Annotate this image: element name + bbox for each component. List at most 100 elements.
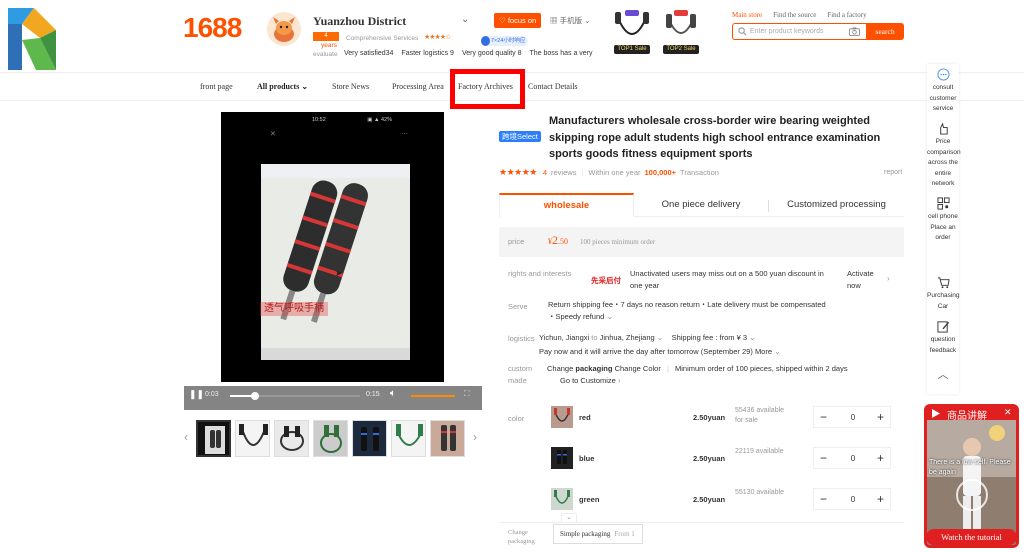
logistics-label: logistics	[508, 334, 535, 343]
increase-button[interactable]: +	[877, 492, 884, 506]
top-sale-badge[interactable]: TOP1 Sale	[610, 10, 654, 56]
camera-icon[interactable]	[849, 27, 860, 36]
video-progress-knob[interactable]	[250, 392, 259, 400]
jump-rope-icon	[666, 10, 696, 34]
decrease-button[interactable]: −	[820, 410, 827, 424]
quantity-stepper: − 0 +	[813, 447, 891, 469]
price-value: ¥2.50	[548, 233, 568, 248]
mute-icon[interactable]: 🔈︎	[390, 388, 396, 399]
logistics-more[interactable]: More ⌄	[755, 347, 781, 356]
shop-tag: The boss has a very	[529, 50, 593, 57]
shop-tag: Very satisfied34	[344, 50, 394, 57]
thumbnail[interactable]	[352, 420, 387, 457]
shop-name[interactable]: Yuanzhou District	[313, 14, 406, 29]
sidebar-item-price-comparison[interactable]: Price comparison across the entire netwo…	[927, 122, 961, 190]
rights-label: rights and interests	[508, 269, 572, 278]
custom-options: Change packaging Change Color | Minimum …	[547, 363, 848, 375]
packaging-option[interactable]: Simple packaging From 1	[553, 524, 643, 544]
cross-border-select-badge: 跨境Select	[499, 131, 541, 142]
years-label: years	[321, 42, 337, 49]
nav-processing-area[interactable]: Processing Area	[392, 82, 458, 91]
thumbnail[interactable]	[430, 420, 465, 457]
thumbnail[interactable]	[196, 420, 231, 457]
go-to-customize-link[interactable]: Go to Customize ›	[560, 375, 621, 387]
clock-icon	[481, 36, 490, 46]
variant-row: green 2.50yuan 55130 available − 0 +	[551, 488, 891, 516]
follow-button[interactable]: ♡ focus on	[494, 13, 542, 28]
sidebar-item-mobile-order[interactable]: cell phone Place an order	[927, 197, 959, 244]
nav-store-news[interactable]: Store News	[332, 82, 392, 91]
activate-link[interactable]: Activate now	[847, 268, 883, 292]
qr-icon: ▦	[550, 16, 558, 25]
color-label: color	[508, 414, 525, 423]
reviews-count[interactable]: 4	[543, 168, 547, 177]
hand-icon	[939, 122, 948, 135]
reviews-label[interactable]: reviews	[551, 168, 576, 177]
tab-wholesale[interactable]: wholesale	[499, 193, 634, 217]
sidebar-item-label: cell phone Place an order	[928, 213, 958, 241]
tab-one-piece-delivery[interactable]: One piece delivery	[634, 193, 768, 217]
sidebar-item-label: question feedback	[929, 336, 957, 354]
rights-text: Unactivated users may miss out on a 500 …	[630, 269, 824, 290]
chevron-right-icon[interactable]: ›	[473, 430, 477, 444]
speedy-refund[interactable]: ・Speedy refund ⌄	[548, 311, 613, 323]
quantity-input[interactable]: 0	[844, 413, 862, 422]
thumbnail[interactable]	[274, 420, 309, 457]
divider: |	[666, 364, 669, 373]
chevron-down-icon[interactable]: ⌄	[461, 14, 469, 25]
chevron-down-icon[interactable]: ⌄	[749, 333, 756, 342]
back-to-top-button[interactable]: ︿	[927, 370, 959, 381]
sidebar-item-cart[interactable]: Purchasing Car	[927, 276, 960, 312]
search-scope-source[interactable]: Find the source	[773, 11, 816, 19]
variant-stock: 55436 available for sale	[735, 407, 785, 424]
increase-button[interactable]: +	[877, 451, 884, 465]
search-scope-main-store[interactable]: Main store	[732, 11, 762, 19]
increase-button[interactable]: +	[877, 410, 884, 424]
chevron-left-icon[interactable]: ‹	[184, 430, 188, 444]
volume-slider[interactable]	[411, 395, 455, 397]
variant-thumbnail[interactable]	[551, 406, 573, 428]
chevron-right-icon: ›	[617, 376, 621, 385]
site-logo[interactable]: 1688	[183, 12, 242, 44]
thumbnail[interactable]	[235, 420, 270, 457]
status-time: 10:52	[312, 117, 326, 123]
report-link[interactable]: report	[884, 169, 902, 176]
chevron-right-icon[interactable]: ›	[887, 274, 890, 283]
sidebar-item-feedback[interactable]: question feedback	[927, 320, 959, 356]
shop-avatar[interactable]	[267, 12, 301, 46]
packaging-option-label: Simple packaging	[560, 530, 611, 538]
variant-thumbnail[interactable]	[551, 488, 573, 510]
logistics-destination[interactable]: Jinhua, Zhejiang ⌄	[600, 333, 664, 342]
quantity-stepper: − 0 +	[813, 488, 891, 510]
pause-icon[interactable]: ❚❚	[189, 389, 204, 400]
close-icon[interactable]: ✕	[1004, 407, 1012, 418]
thumbnail[interactable]	[313, 420, 348, 457]
thumbnail[interactable]	[391, 420, 426, 457]
tab-customized-processing[interactable]: Customized processing	[769, 193, 904, 217]
search-scope-links: Main store Find the source Find a factor…	[732, 11, 867, 19]
minimum-order: 100 pieces minimum order	[580, 238, 656, 246]
mobile-version-link[interactable]: ▦ 手机版 ⌄	[550, 15, 590, 26]
decrease-button[interactable]: −	[820, 492, 827, 506]
change-color-link[interactable]: Change Color	[615, 364, 661, 373]
price-decimal: .50	[558, 237, 568, 246]
nav-all-products[interactable]: All products ⌄	[257, 82, 332, 91]
comprehensive-services-label: Comprehensive Services	[346, 35, 419, 42]
sidebar-item-customer-service[interactable]: consult customer service	[927, 68, 959, 115]
change-packaging-link[interactable]: Change packaging	[547, 364, 612, 373]
quantity-input[interactable]: 0	[844, 454, 862, 463]
search-button[interactable]: search	[866, 23, 904, 40]
transaction-count: 100,000+	[644, 168, 677, 177]
collapse-button[interactable]: ⌄	[561, 513, 577, 523]
variant-thumbnail[interactable]	[551, 447, 573, 469]
variant-stock: 55130 available	[735, 489, 785, 496]
search-scope-factory[interactable]: Find a factory	[827, 11, 866, 19]
nav-contact-details[interactable]: Contact Details	[528, 82, 578, 91]
top-sale-badge[interactable]: TOP2 Sale	[659, 10, 703, 56]
watch-tutorial-button[interactable]: Watch the tutorial	[926, 529, 1017, 545]
nav-front-page[interactable]: front page	[200, 82, 257, 91]
decrease-button[interactable]: −	[820, 451, 827, 465]
fullscreen-icon[interactable]: ⛶	[464, 389, 470, 399]
quantity-input[interactable]: 0	[844, 495, 862, 504]
variant-name: green	[579, 495, 600, 504]
